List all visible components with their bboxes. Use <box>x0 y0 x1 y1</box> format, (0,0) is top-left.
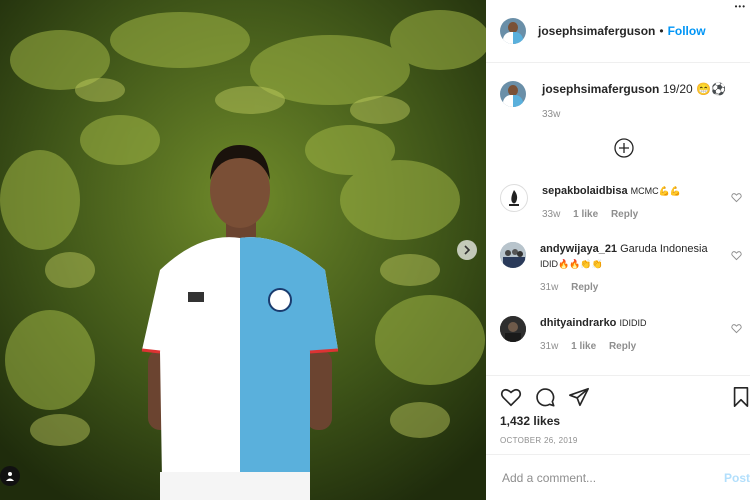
commenter-avatar[interactable] <box>500 184 528 212</box>
comment-username[interactable]: andywijaya_21 <box>540 243 617 255</box>
heart-icon[interactable] <box>731 323 742 334</box>
follow-button[interactable]: Follow <box>668 24 706 38</box>
caption: josephsimaferguson 19/20 😁⚽ 33w <box>486 63 750 123</box>
commenter-avatar[interactable] <box>500 242 526 268</box>
like-count[interactable]: 1,432 likes <box>486 408 750 428</box>
comment-text-line2: IDID🔥🔥👏👏 <box>540 259 603 269</box>
heart-icon[interactable] <box>731 250 742 261</box>
next-photo-button[interactable] <box>457 240 477 260</box>
comment-input[interactable] <box>500 470 704 486</box>
tagged-users-button[interactable] <box>0 466 20 486</box>
reply-button[interactable]: Reply <box>571 282 598 293</box>
comment-likes[interactable]: 1 like <box>571 341 596 352</box>
caption-avatar[interactable] <box>500 81 526 107</box>
share-paper-plane-icon[interactable] <box>568 386 590 408</box>
more-options-icon[interactable]: ••• <box>735 2 746 11</box>
caption-age: 33w <box>542 109 561 120</box>
comment-username[interactable]: sepakbolaidbisa <box>542 185 628 197</box>
comment-username[interactable]: dhityaindrarko <box>540 317 616 329</box>
chevron-right-icon <box>464 245 471 255</box>
load-more-comments-icon[interactable] <box>614 138 634 158</box>
comment-item: andywijaya_21 Garuda Indonesia IDID🔥🔥👏👏 … <box>500 242 744 295</box>
save-bookmark-icon[interactable] <box>732 386 750 408</box>
author-username[interactable]: josephsimaferguson <box>538 24 655 38</box>
photo-image <box>0 0 486 500</box>
commenter-avatar[interactable] <box>500 316 526 342</box>
comment-item: dhityaindrarko IDIDID 31w 1 like Reply <box>500 316 744 354</box>
reply-button[interactable]: Reply <box>609 341 636 352</box>
post-side-panel: ••• josephsimaferguson • Follow josephsi… <box>486 0 750 500</box>
comment-age: 31w <box>540 341 559 352</box>
add-comment-bar: Post <box>486 454 750 501</box>
person-photo-icon <box>500 316 526 342</box>
comment-likes[interactable]: 1 like <box>573 209 598 220</box>
user-icon <box>6 472 14 481</box>
post-date: OCTOBER 26, 2019 <box>500 436 578 445</box>
comment-age: 31w <box>540 282 559 293</box>
comment-age: 33w <box>542 209 561 220</box>
flame-logo-icon <box>509 190 519 206</box>
caption-text: 19/20 😁⚽ <box>662 82 726 96</box>
post-actions: 1,432 likes OCTOBER 26, 2019 <box>486 375 750 445</box>
post-photo[interactable] <box>0 0 486 500</box>
comment-item: sepakbolaidbisa MCMC💪💪 33w 1 like Reply <box>500 184 744 222</box>
comment-text: IDIDID <box>619 318 647 328</box>
like-heart-icon[interactable] <box>500 386 522 408</box>
group-photo-icon <box>500 242 526 268</box>
author-avatar[interactable] <box>500 18 526 44</box>
reply-button[interactable]: Reply <box>611 209 638 220</box>
comment-text: MCMC💪💪 <box>630 186 682 196</box>
post-header: josephsimaferguson • Follow <box>486 0 750 63</box>
comment-text: Garuda Indonesia <box>620 243 708 255</box>
comment-bubble-icon[interactable] <box>534 386 556 408</box>
separator-dot: • <box>659 24 664 38</box>
heart-icon[interactable] <box>731 192 742 203</box>
caption-username[interactable]: josephsimaferguson <box>542 82 659 96</box>
post-comment-button[interactable]: Post <box>724 471 750 485</box>
